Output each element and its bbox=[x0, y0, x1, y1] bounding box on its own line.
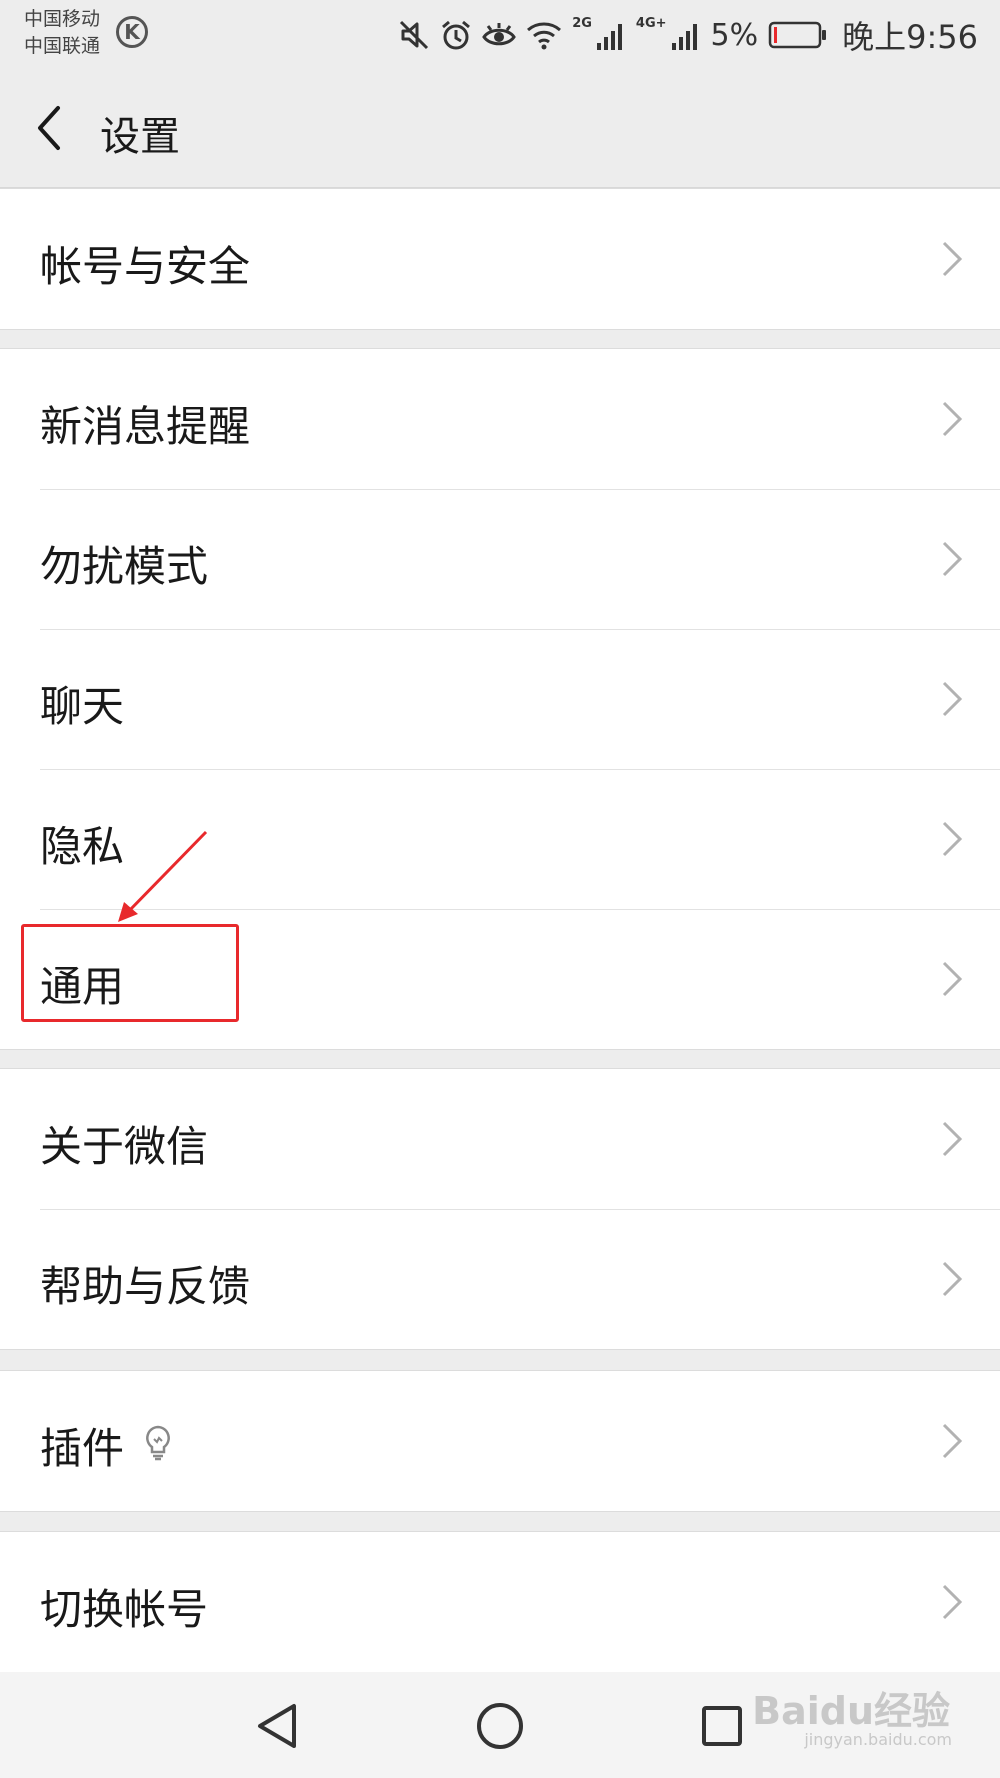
settings-item-label: 切换帐号 bbox=[40, 1585, 209, 1634]
carrier-1: 中国移动 bbox=[24, 8, 101, 30]
status-bar: 中国移动 中国联通 K 2G 4G+ 5% 晚上9:56 bbox=[0, 0, 1000, 70]
settings-item-label: 关于微信 bbox=[40, 1122, 209, 1171]
signal-icon bbox=[671, 24, 697, 50]
clock: 晚上9:56 bbox=[842, 18, 978, 56]
alarm-icon bbox=[442, 20, 471, 50]
nav-recents-button[interactable] bbox=[692, 1696, 752, 1756]
back-button[interactable] bbox=[28, 100, 88, 160]
home-circle-icon bbox=[477, 1703, 523, 1749]
settings-group-about: 关于微信 帮助与反馈 bbox=[0, 1068, 1000, 1350]
watermark-logo: Baidu经验 bbox=[752, 1689, 950, 1733]
settings-item-privacy[interactable]: 隐私 bbox=[0, 769, 1000, 909]
nav-back-button[interactable] bbox=[248, 1696, 308, 1756]
chevron-right-icon bbox=[942, 1261, 963, 1297]
chevron-right-icon bbox=[942, 1423, 963, 1459]
watermark-url: jingyan.baidu.com bbox=[804, 1730, 952, 1749]
settings-item-plugins[interactable]: 插件 bbox=[0, 1371, 1000, 1511]
chevron-left-icon bbox=[38, 106, 60, 150]
settings-group-account: 帐号与安全 bbox=[0, 188, 1000, 330]
chevron-right-icon bbox=[942, 681, 963, 717]
settings-group-main: 新消息提醒 勿扰模式 聊天 隐私 通用 bbox=[0, 348, 1000, 1050]
settings-item-label: 插件 bbox=[40, 1424, 125, 1473]
chevron-right-icon bbox=[942, 541, 963, 577]
signal-icon bbox=[596, 24, 622, 50]
system-nav-bar: Baidu经验 jingyan.baidu.com bbox=[0, 1672, 1000, 1778]
settings-item-chat[interactable]: 聊天 bbox=[0, 629, 1000, 769]
chevron-right-icon bbox=[942, 1584, 963, 1620]
settings-item-switch-account[interactable]: 切换帐号 bbox=[0, 1532, 1000, 1672]
back-triangle-icon bbox=[258, 1704, 296, 1748]
settings-item-label: 勿扰模式 bbox=[40, 542, 209, 591]
eye-comfort-icon bbox=[482, 23, 517, 46]
recents-square-icon bbox=[702, 1706, 742, 1746]
settings-item-label: 聊天 bbox=[40, 682, 125, 731]
carrier-badge-icon: K bbox=[116, 16, 148, 48]
settings-group-plugins: 插件 bbox=[0, 1370, 1000, 1512]
chevron-right-icon bbox=[942, 1121, 963, 1157]
settings-item-general[interactable]: 通用 bbox=[0, 909, 1000, 1049]
nav-home-button[interactable] bbox=[470, 1696, 530, 1756]
lightbulb-icon bbox=[146, 1425, 170, 1461]
settings-item-new-message-alert[interactable]: 新消息提醒 bbox=[0, 349, 1000, 489]
wifi-icon bbox=[527, 22, 562, 50]
mute-icon bbox=[400, 20, 429, 50]
settings-group-switch: 切换帐号 bbox=[0, 1531, 1000, 1673]
chevron-right-icon bbox=[942, 961, 963, 997]
chevron-right-icon bbox=[942, 401, 963, 437]
settings-item-label: 新消息提醒 bbox=[40, 402, 251, 451]
nav-header: 设置 bbox=[0, 70, 1000, 188]
chevron-right-icon bbox=[942, 241, 963, 277]
chevron-right-icon bbox=[942, 821, 963, 857]
settings-item-about-wechat[interactable]: 关于微信 bbox=[0, 1069, 1000, 1209]
settings-item-help-feedback[interactable]: 帮助与反馈 bbox=[0, 1209, 1000, 1349]
page-title: 设置 bbox=[100, 114, 180, 160]
status-icons: 2G 4G+ 5% 晚上9:56 bbox=[398, 10, 978, 60]
network-type-1: 2G bbox=[572, 16, 592, 31]
settings-item-label: 帮助与反馈 bbox=[40, 1262, 251, 1311]
settings-item-account-security[interactable]: 帐号与安全 bbox=[0, 189, 1000, 329]
settings-item-label: 通用 bbox=[40, 962, 125, 1011]
battery-icon bbox=[768, 21, 827, 49]
carrier-2: 中国联通 bbox=[24, 35, 101, 57]
settings-item-do-not-disturb[interactable]: 勿扰模式 bbox=[0, 489, 1000, 629]
battery-percent: 5% bbox=[710, 17, 759, 53]
network-type-2: 4G+ bbox=[635, 16, 667, 31]
carrier-info: 中国移动 中国联通 bbox=[24, 6, 100, 60]
settings-item-label: 帐号与安全 bbox=[40, 242, 251, 291]
settings-item-label: 隐私 bbox=[40, 822, 125, 871]
